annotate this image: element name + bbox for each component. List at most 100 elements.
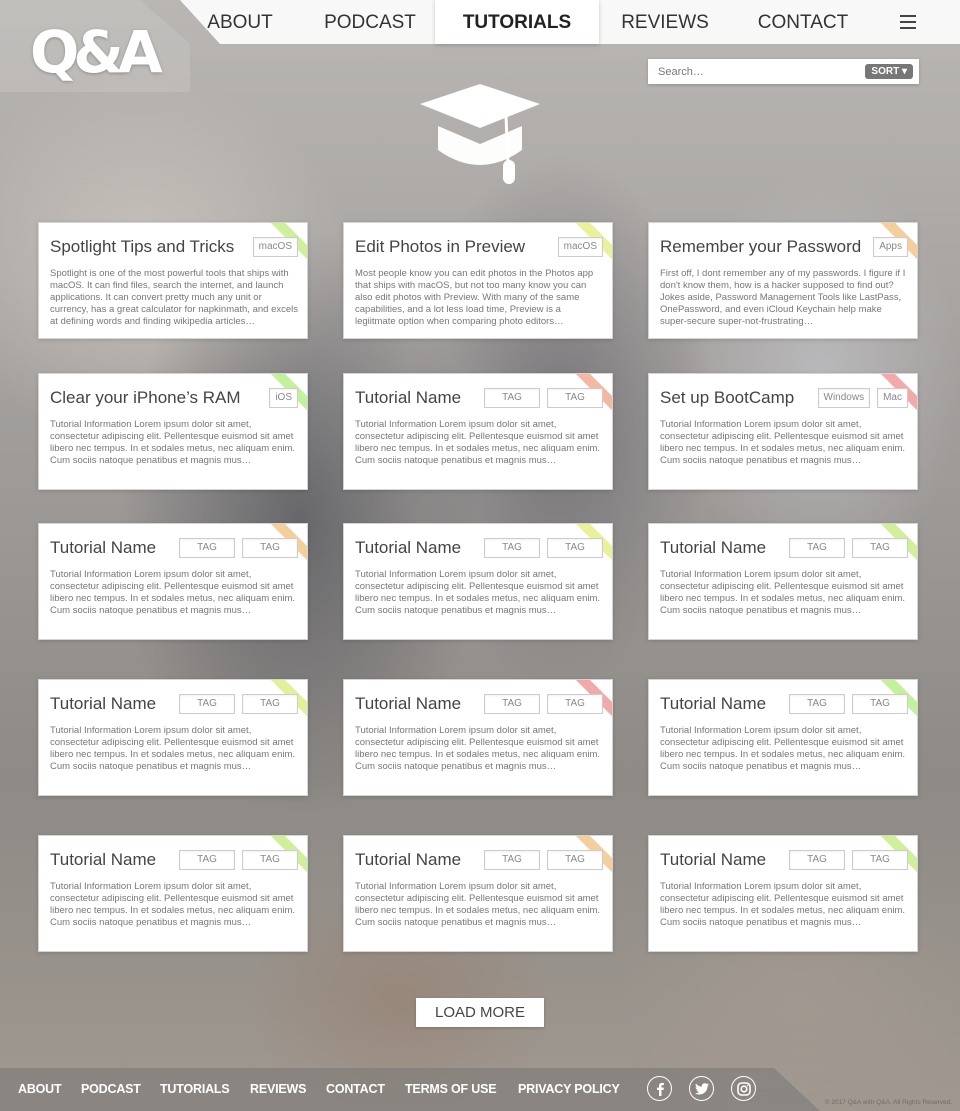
- card-description: Tutorial Information Lorem ipsum dolor s…: [660, 881, 906, 928]
- card-title: Tutorial Name: [355, 388, 462, 407]
- nav-contact[interactable]: CONTACT: [752, 0, 854, 44]
- card-tags: TAG TAG: [789, 538, 908, 558]
- tutorial-card[interactable]: Remember your Password Apps First off, I d…: [648, 222, 918, 339]
- card-description: Tutorial Information Lorem ipsum dolor s…: [355, 725, 601, 772]
- tag-badge[interactable]: Mac: [877, 388, 908, 408]
- tutorial-card[interactable]: Tutorial Name TAG TAG Tutorial Information …: [343, 373, 613, 490]
- footer-terms[interactable]: TERMS OF USE: [405, 1082, 497, 1096]
- card-title: Tutorial Name: [660, 538, 767, 557]
- footer-about[interactable]: ABOUT: [18, 1082, 62, 1096]
- nav-podcast[interactable]: PODCAST: [318, 0, 422, 44]
- tag-badge[interactable]: TAG: [547, 850, 603, 870]
- card-description: Spotlight is one of the most powerful to…: [50, 268, 299, 327]
- instagram-icon[interactable]: [731, 1076, 756, 1101]
- card-title: Tutorial Name: [50, 850, 157, 869]
- tutorial-card[interactable]: Clear your iPhone’s RAM iOS Tutorial Infor…: [38, 373, 308, 490]
- tutorial-card[interactable]: Tutorial Name TAG TAG Tutorial Information …: [38, 523, 308, 640]
- tutorial-card[interactable]: Tutorial Name TAG TAG Tutorial Information …: [648, 835, 918, 952]
- tag-badge[interactable]: TAG: [789, 694, 845, 714]
- search-bar: SORT ▾: [648, 59, 919, 84]
- nav-reviews[interactable]: REVIEWS: [614, 0, 716, 44]
- tag-badge[interactable]: TAG: [547, 694, 603, 714]
- tutorial-card[interactable]: Tutorial Name TAG TAG Tutorial Information …: [343, 523, 613, 640]
- footer-tutorials[interactable]: TUTORIALS: [160, 1082, 230, 1096]
- nav-about[interactable]: ABOUT: [196, 0, 284, 44]
- card-title: Remember your Password: [660, 237, 862, 256]
- card-tags: Apps: [873, 237, 908, 257]
- tutorial-card[interactable]: Tutorial Name TAG TAG Tutorial Information …: [38, 835, 308, 952]
- tutorial-card[interactable]: Tutorial Name TAG TAG Tutorial Information …: [38, 679, 308, 796]
- card-tags: TAG TAG: [789, 850, 908, 870]
- card-description: Tutorial Information Lorem ipsum dolor s…: [660, 419, 906, 466]
- tutorial-card[interactable]: Tutorial Name TAG TAG Tutorial Information …: [343, 679, 613, 796]
- card-title: Tutorial Name: [660, 694, 767, 713]
- tag-badge[interactable]: TAG: [242, 694, 298, 714]
- footer-reviews[interactable]: REVIEWS: [250, 1082, 306, 1096]
- card-tags: TAG TAG: [484, 850, 603, 870]
- facebook-icon[interactable]: [647, 1076, 672, 1101]
- card-title: Spotlight Tips and Tricks: [50, 237, 235, 256]
- tag-badge[interactable]: TAG: [242, 850, 298, 870]
- load-more-button[interactable]: LOAD MORE: [416, 998, 544, 1027]
- card-description: Tutorial Information Lorem ipsum dolor s…: [660, 569, 906, 616]
- tutorial-card[interactable]: Tutorial Name TAG TAG Tutorial Information …: [343, 835, 613, 952]
- card-tags: TAG TAG: [484, 388, 603, 408]
- card-title: Tutorial Name: [50, 538, 157, 557]
- tag-badge[interactable]: TAG: [789, 538, 845, 558]
- tag-badge[interactable]: TAG: [484, 538, 540, 558]
- card-tags: Windows Mac: [817, 388, 908, 408]
- sort-button[interactable]: SORT ▾: [865, 64, 913, 79]
- card-title: Edit Photos in Preview: [355, 237, 526, 256]
- card-description: Tutorial Information Lorem ipsum dolor s…: [50, 881, 296, 928]
- card-tags: TAG TAG: [179, 694, 298, 714]
- copyright-text: © 2017 Q&A with Q&A. All Rights Reserved…: [824, 1099, 952, 1106]
- tag-badge[interactable]: Apps: [873, 237, 908, 257]
- card-tags: macOS: [252, 237, 298, 257]
- card-description: Tutorial Information Lorem ipsum dolor s…: [50, 419, 296, 466]
- tag-badge[interactable]: TAG: [547, 388, 603, 408]
- card-tags: TAG TAG: [484, 538, 603, 558]
- footer-contact[interactable]: CONTACT: [326, 1082, 385, 1096]
- tutorial-card[interactable]: Tutorial Name TAG TAG Tutorial Information …: [648, 523, 918, 640]
- tag-badge[interactable]: TAG: [852, 850, 908, 870]
- card-title: Set up BootCamp: [660, 388, 795, 407]
- card-description: Tutorial Information Lorem ipsum dolor s…: [660, 725, 906, 772]
- tag-badge[interactable]: TAG: [242, 538, 298, 558]
- tag-badge[interactable]: Windows: [817, 388, 871, 408]
- card-tags: TAG TAG: [179, 538, 298, 558]
- tag-badge[interactable]: macOS: [557, 237, 603, 257]
- hamburger-menu-icon[interactable]: [900, 15, 916, 29]
- footer-privacy[interactable]: PRIVACY POLICY: [518, 1082, 620, 1096]
- tag-badge[interactable]: TAG: [852, 694, 908, 714]
- tag-badge[interactable]: TAG: [179, 538, 235, 558]
- tag-badge[interactable]: TAG: [179, 850, 235, 870]
- tag-badge[interactable]: macOS: [252, 237, 298, 257]
- site-logo[interactable]: Q&A: [30, 18, 163, 86]
- tutorial-card[interactable]: Edit Photos in Preview macOS Most people k…: [343, 222, 613, 339]
- tutorial-card[interactable]: Spotlight Tips and Tricks macOS Spotlight …: [38, 222, 308, 339]
- tutorial-card[interactable]: Tutorial Name TAG TAG Tutorial Information …: [648, 679, 918, 796]
- tag-badge[interactable]: TAG: [852, 538, 908, 558]
- tag-badge[interactable]: iOS: [269, 388, 298, 408]
- tag-badge[interactable]: TAG: [179, 694, 235, 714]
- tag-badge[interactable]: TAG: [484, 850, 540, 870]
- card-title: Tutorial Name: [355, 538, 462, 557]
- search-input[interactable]: [658, 63, 858, 80]
- tag-badge[interactable]: TAG: [484, 694, 540, 714]
- tag-badge[interactable]: TAG: [484, 388, 540, 408]
- tag-badge[interactable]: TAG: [547, 538, 603, 558]
- twitter-icon[interactable]: [689, 1076, 714, 1101]
- card-title: Tutorial Name: [355, 694, 462, 713]
- footer-podcast[interactable]: PODCAST: [81, 1082, 141, 1096]
- tag-badge[interactable]: TAG: [789, 850, 845, 870]
- card-tags: TAG TAG: [179, 850, 298, 870]
- card-tags: macOS: [557, 237, 603, 257]
- card-title: Clear your iPhone’s RAM: [50, 388, 241, 407]
- card-description: Tutorial Information Lorem ipsum dolor s…: [50, 725, 296, 772]
- card-title: Tutorial Name: [50, 694, 157, 713]
- card-tags: TAG TAG: [484, 694, 603, 714]
- card-description: First off, I dont remember any of my pas…: [660, 268, 906, 327]
- card-description: Tutorial Information Lorem ipsum dolor s…: [355, 419, 601, 466]
- tutorial-card[interactable]: Set up BootCamp Windows Mac Tutorial Inform…: [648, 373, 918, 490]
- nav-tutorials[interactable]: TUTORIALS: [435, 0, 599, 44]
